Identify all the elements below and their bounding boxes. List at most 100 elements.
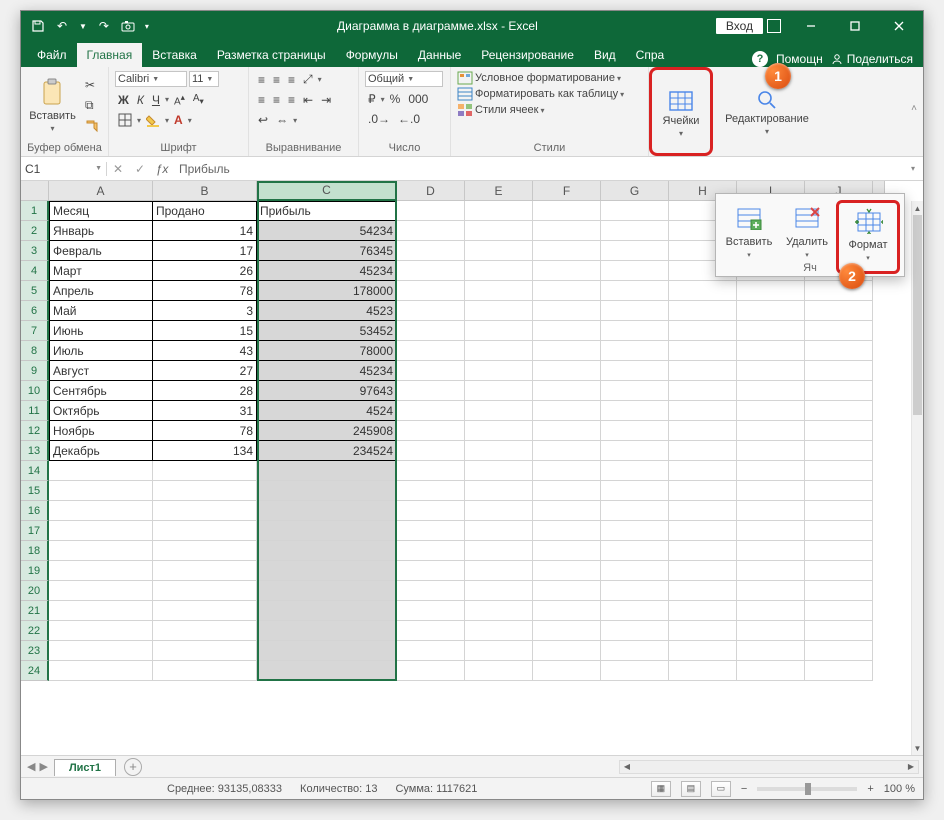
cell-I14[interactable] [737, 461, 805, 481]
fill-color-icon[interactable] [143, 112, 163, 128]
cell-C23[interactable] [257, 641, 397, 661]
cell-B10[interactable]: 28 [153, 381, 257, 401]
cell-H20[interactable] [669, 581, 737, 601]
row-header-21[interactable]: 21 [21, 601, 49, 621]
cell-D22[interactable] [397, 621, 465, 641]
cell-B2[interactable]: 14 [153, 221, 257, 241]
cell-J8[interactable] [805, 341, 873, 361]
cell-D11[interactable] [397, 401, 465, 421]
chevron-down-icon[interactable]: ▾ [293, 116, 297, 125]
undo-icon[interactable]: ↶ [55, 19, 69, 33]
cell-B11[interactable]: 31 [153, 401, 257, 421]
tell-me-icon[interactable]: ? [752, 51, 768, 67]
cell-A16[interactable] [49, 501, 153, 521]
cell-B15[interactable] [153, 481, 257, 501]
cell-J21[interactable] [805, 601, 873, 621]
cell-D24[interactable] [397, 661, 465, 681]
cell-C24[interactable] [257, 661, 397, 681]
cell-E3[interactable] [465, 241, 533, 261]
cell-B24[interactable] [153, 661, 257, 681]
copy-icon[interactable]: ⧉ [82, 97, 102, 114]
cell-C5[interactable]: 178000 [257, 281, 397, 301]
cell-E17[interactable] [465, 521, 533, 541]
cell-I9[interactable] [737, 361, 805, 381]
row-header-23[interactable]: 23 [21, 641, 49, 661]
cell-G6[interactable] [601, 301, 669, 321]
cell-C17[interactable] [257, 521, 397, 541]
cell-E15[interactable] [465, 481, 533, 501]
cell-G18[interactable] [601, 541, 669, 561]
cell-I7[interactable] [737, 321, 805, 341]
expand-formula-bar-icon[interactable]: ▾ [903, 164, 923, 173]
cell-F13[interactable] [533, 441, 601, 461]
cell-A11[interactable]: Октябрь [49, 401, 153, 421]
cell-C12[interactable]: 245908 [257, 421, 397, 441]
cell-I5[interactable] [737, 281, 805, 301]
sheet-tab-active[interactable]: Лист1 [54, 759, 116, 776]
cell-J13[interactable] [805, 441, 873, 461]
cell-C14[interactable] [257, 461, 397, 481]
cell-A24[interactable] [49, 661, 153, 681]
vertical-scrollbar[interactable]: ▲ ▼ [911, 201, 923, 755]
cell-B9[interactable]: 27 [153, 361, 257, 381]
cell-E9[interactable] [465, 361, 533, 381]
cell-J24[interactable] [805, 661, 873, 681]
cell-D5[interactable] [397, 281, 465, 301]
align-right-icon[interactable]: ≡ [285, 92, 298, 108]
row-header-9[interactable]: 9 [21, 361, 49, 381]
cell-C1[interactable]: Прибыль [257, 201, 397, 221]
cell-D12[interactable] [397, 421, 465, 441]
cell-E13[interactable] [465, 441, 533, 461]
cell-G7[interactable] [601, 321, 669, 341]
scrollbar-thumb[interactable] [913, 215, 922, 415]
cell-D23[interactable] [397, 641, 465, 661]
cell-F14[interactable] [533, 461, 601, 481]
cell-D21[interactable] [397, 601, 465, 621]
cell-A20[interactable] [49, 581, 153, 601]
zoom-level[interactable]: 100 % [884, 783, 915, 795]
cell-A17[interactable] [49, 521, 153, 541]
cell-I23[interactable] [737, 641, 805, 661]
cell-A2[interactable]: Январь [49, 221, 153, 241]
row-header-4[interactable]: 4 [21, 261, 49, 281]
cell-G20[interactable] [601, 581, 669, 601]
tab-page-layout[interactable]: Разметка страницы [207, 43, 336, 67]
row-header-7[interactable]: 7 [21, 321, 49, 341]
cell-C3[interactable]: 76345 [257, 241, 397, 261]
cell-D17[interactable] [397, 521, 465, 541]
font-size-combo[interactable]: 11▼ [189, 71, 219, 87]
cell-G8[interactable] [601, 341, 669, 361]
cell-G24[interactable] [601, 661, 669, 681]
align-middle-icon[interactable]: ≡ [270, 72, 283, 88]
signin-button[interactable]: Вход [716, 18, 763, 34]
sheet-prev-icon[interactable]: ◀ [27, 760, 35, 773]
scroll-down-icon[interactable]: ▼ [912, 741, 923, 755]
row-header-14[interactable]: 14 [21, 461, 49, 481]
cell-B1[interactable]: Продано [153, 201, 257, 221]
cell-B17[interactable] [153, 521, 257, 541]
row-header-24[interactable]: 24 [21, 661, 49, 681]
cell-J9[interactable] [805, 361, 873, 381]
cell-G23[interactable] [601, 641, 669, 661]
chevron-down-icon[interactable]: ▾ [165, 116, 169, 125]
cell-A19[interactable] [49, 561, 153, 581]
col-header-G[interactable]: G [601, 181, 669, 201]
qat-customize-icon[interactable]: ▾ [145, 22, 149, 31]
cell-A15[interactable] [49, 481, 153, 501]
tab-review[interactable]: Рецензирование [471, 43, 584, 67]
cell-B19[interactable] [153, 561, 257, 581]
cell-A9[interactable]: Август [49, 361, 153, 381]
cell-E14[interactable] [465, 461, 533, 481]
cell-G4[interactable] [601, 261, 669, 281]
cell-C8[interactable]: 78000 [257, 341, 397, 361]
cell-I18[interactable] [737, 541, 805, 561]
cell-F3[interactable] [533, 241, 601, 261]
row-header-5[interactable]: 5 [21, 281, 49, 301]
cell-J17[interactable] [805, 521, 873, 541]
cell-D8[interactable] [397, 341, 465, 361]
cell-G22[interactable] [601, 621, 669, 641]
camera-icon[interactable] [121, 19, 135, 33]
cell-J20[interactable] [805, 581, 873, 601]
zoom-slider[interactable] [757, 787, 857, 791]
cell-H16[interactable] [669, 501, 737, 521]
